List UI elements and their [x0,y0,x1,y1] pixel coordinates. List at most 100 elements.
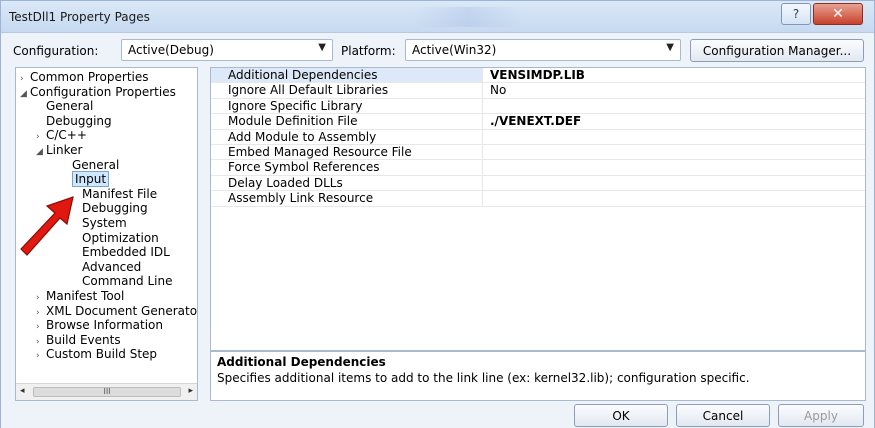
property-value[interactable] [484,191,490,205]
annotation-arrow-icon [20,196,74,256]
scroll-right-icon[interactable]: ▸ [188,386,193,396]
tree-item-configuration-properties[interactable]: ◢ Configuration Properties [20,85,176,100]
property-name: Add Module to Assembly [211,129,483,144]
configuration-value: Active(Debug) [128,43,214,57]
property-value[interactable]: VENSIMDP.LIB [484,68,585,82]
property-name: Force Symbol References [211,160,483,175]
tree-item-optimization[interactable]: Optimization [82,231,159,246]
configuration-label: Configuration: [13,44,99,58]
dialog-body: Configuration: Active(Debug) ▼ Platform:… [1,33,874,428]
tree-item-label: Browse Information [46,318,163,333]
property-row-additional-dependencies[interactable]: Additional Dependencies VENSIMDP.LIB [211,68,865,84]
description-panel: Additional Dependencies Specifies additi… [210,351,866,401]
tree-item-label: Manifest File [82,186,158,201]
property-name: Additional Dependencies [211,68,483,83]
property-value[interactable] [484,160,490,174]
property-name: Ignore Specific Library [211,98,483,114]
tree-item-label: XML Document Generator [46,303,198,318]
property-value[interactable] [484,145,490,159]
tree-item-label: General [72,157,120,172]
tree-item-linker[interactable]: ◢ Linker [36,143,82,158]
property-value[interactable] [484,176,490,190]
property-name: Delay Loaded DLLs [211,175,483,191]
property-row-module-definition-file[interactable]: Module Definition File ./VENEXT.DEF [211,114,865,130]
tree-item-label: Linker [46,143,83,157]
apply-label: Apply [804,408,838,423]
tree-item-general[interactable]: General [36,99,93,114]
tree-item-label: Debugging [46,113,112,128]
collapse-arrow-icon: ◢ [20,88,27,99]
property-row-embed-managed-resource-file[interactable]: Embed Managed Resource File [211,145,865,161]
property-name: Assembly Link Resource [211,191,483,206]
red-arrow-shape [20,196,74,256]
tree-item-label: Debugging [82,201,148,216]
property-value[interactable]: ./VENEXT.DEF [484,114,581,128]
window-title: TestDll1 Property Pages [9,10,150,24]
property-row-ignore-specific-library[interactable]: Ignore Specific Library [211,98,865,115]
scroll-left-icon[interactable]: ◂ [20,386,25,396]
tree-item-debugging[interactable]: Debugging [36,114,112,129]
property-value[interactable] [484,99,490,113]
tree-item-label: Custom Build Step [46,347,158,362]
tree-item-common-properties[interactable]: › Common Properties [20,70,149,85]
tree-item-label: Embedded IDL [82,245,170,260]
tree-item-label: Build Events [46,332,121,347]
tree-item-command-line[interactable]: Command Line [82,274,173,289]
chevron-down-icon: ▼ [318,42,326,53]
chevron-down-icon: ▼ [666,42,674,53]
tree-item-label: Command Line [82,274,173,289]
property-row-delay-loaded-dlls[interactable]: Delay Loaded DLLs [211,175,865,192]
help-button[interactable]: ? [781,3,811,25]
scroll-thumb[interactable]: III [33,387,181,397]
tree-item-label: System [82,216,127,230]
configuration-manager-label: Configuration Manager... [702,43,852,58]
property-value[interactable] [484,130,490,144]
close-icon: ✕ [832,6,844,22]
tree-item-build-events[interactable]: › Build Events [36,333,121,348]
tree-item-label: Manifest Tool [46,289,125,303]
tree-item-advanced[interactable]: Advanced [82,260,141,275]
tree-item-label: Common Properties [30,70,149,84]
tree-item-label: Input [72,171,110,188]
tree-item-label: Optimization [82,230,159,245]
cancel-label: Cancel [702,408,744,423]
ok-button[interactable]: OK [574,404,668,427]
property-row-force-symbol-references[interactable]: Force Symbol References [211,160,865,176]
property-grid: Additional Dependencies VENSIMDP.LIB Ign… [210,67,866,351]
scroll-grip-icon: III [103,387,111,396]
platform-select[interactable]: Active(Win32) ▼ [405,39,681,61]
close-button[interactable]: ✕ [813,3,863,25]
tree-item-linker-debugging[interactable]: Debugging [82,201,148,216]
property-value[interactable]: No [484,83,506,97]
cancel-button[interactable]: Cancel [676,404,770,427]
tree-item-label: General [46,99,94,114]
tree-item-browse-information[interactable]: › Browse Information [36,318,163,333]
platform-label: Platform: [341,44,396,58]
tree-item-system[interactable]: System [82,216,127,231]
expand-arrow-icon: › [36,351,40,362]
platform-value: Active(Win32) [412,43,497,57]
configuration-manager-button[interactable]: Configuration Manager... [690,39,864,62]
property-pages-window: TestDll1 Property Pages ? ✕ Configuratio… [0,0,875,428]
ok-label: OK [612,408,630,423]
tree-item-embedded-idl[interactable]: Embedded IDL [82,245,170,260]
tree-horizontal-scrollbar[interactable]: ◂ III ▸ [16,383,197,400]
property-row-assembly-link-resource[interactable]: Assembly Link Resource [211,191,865,207]
tree-item-c-cpp[interactable]: › C/C++ [36,128,87,143]
property-row-ignore-all-default-libraries[interactable]: Ignore All Default Libraries No [211,83,865,99]
property-row-add-module-to-assembly[interactable]: Add Module to Assembly [211,129,865,145]
tree-item-label: C/C++ [46,128,87,143]
tree-item-manifest-tool[interactable]: › Manifest Tool [36,289,124,304]
tree-item-custom-build-step[interactable]: › Custom Build Step [36,347,157,362]
tree-item-xml-document-generator[interactable]: › XML Document Generator [36,303,198,319]
configuration-select[interactable]: Active(Debug) ▼ [121,39,333,61]
property-name: Embed Managed Resource File [211,145,483,160]
apply-button[interactable]: Apply [778,404,864,427]
description-title: Additional Dependencies [217,355,386,369]
property-name: Ignore All Default Libraries [211,83,483,98]
tree-item-linker-input[interactable]: Input [72,171,110,188]
tree-item-manifest-file[interactable]: Manifest File [82,187,157,202]
help-icon: ? [792,7,800,21]
collapse-arrow-icon: ◢ [36,147,43,157]
tree-item-label: Advanced [82,259,142,274]
